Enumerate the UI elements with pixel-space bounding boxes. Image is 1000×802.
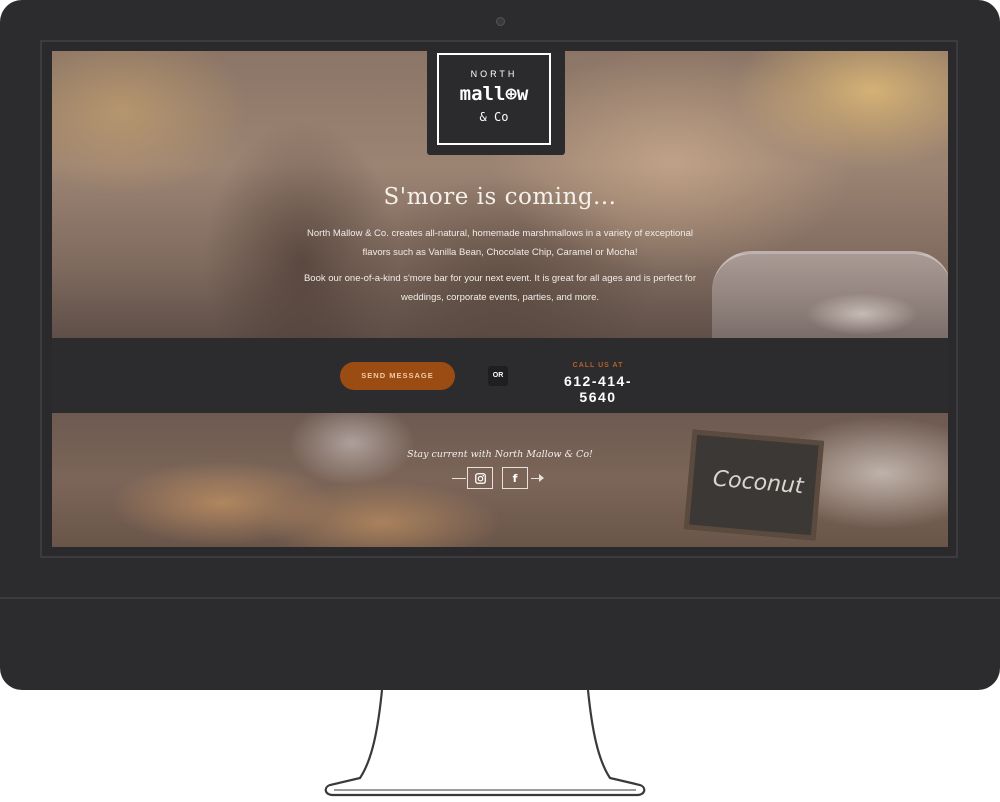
coconut-sign-text: Coconut bbox=[711, 466, 805, 500]
call-us-label: CALL US AT bbox=[572, 362, 624, 369]
stay-current-text: Stay current with North Mallow & Co! bbox=[407, 449, 593, 460]
logo-co-text: & Co bbox=[479, 110, 509, 124]
social-links: f bbox=[452, 467, 546, 489]
instagram-button[interactable] bbox=[467, 467, 493, 489]
logo-north-text: NORTH bbox=[470, 69, 518, 79]
instagram-icon bbox=[474, 472, 486, 484]
logo-border: NORTH mall⊕w & Co bbox=[437, 53, 551, 145]
facebook-icon: f bbox=[512, 471, 518, 485]
contact-band: SEND MESSAGE OR CALL US AT 612-414-5640 bbox=[52, 338, 948, 413]
camera-dot bbox=[496, 17, 505, 26]
monitor-stand bbox=[324, 690, 646, 797]
or-badge: OR bbox=[488, 366, 508, 386]
logo[interactable]: NORTH mall⊕w & Co bbox=[427, 51, 565, 155]
hero-section: NORTH mall⊕w & Co S'more is coming... No… bbox=[52, 51, 948, 338]
divider-line bbox=[452, 478, 466, 479]
website-screen: NORTH mall⊕w & Co S'more is coming... No… bbox=[52, 51, 948, 547]
social-section: Coconut Stay current with North Mallow &… bbox=[52, 413, 948, 547]
hero-booking-text: Book our one-of-a-kind s'more bar for yo… bbox=[303, 273, 697, 303]
monitor-frame: NORTH mall⊕w & Co S'more is coming... No… bbox=[0, 0, 1000, 690]
send-message-button[interactable]: SEND MESSAGE bbox=[340, 362, 455, 390]
marshmallow-jar-image bbox=[712, 251, 948, 338]
phone-number-link[interactable]: 612-414-5640 bbox=[547, 373, 649, 405]
chin-divider bbox=[0, 597, 1000, 599]
logo-mallow-text: mall⊕w bbox=[459, 83, 529, 105]
coconut-sign-image: Coconut bbox=[683, 429, 825, 541]
facebook-button[interactable]: f bbox=[502, 467, 528, 489]
hero-description: North Mallow & Co. creates all-natural, … bbox=[307, 228, 693, 258]
arrow-right-icon bbox=[539, 474, 544, 482]
hero-title: S'more is coming... bbox=[383, 184, 617, 210]
